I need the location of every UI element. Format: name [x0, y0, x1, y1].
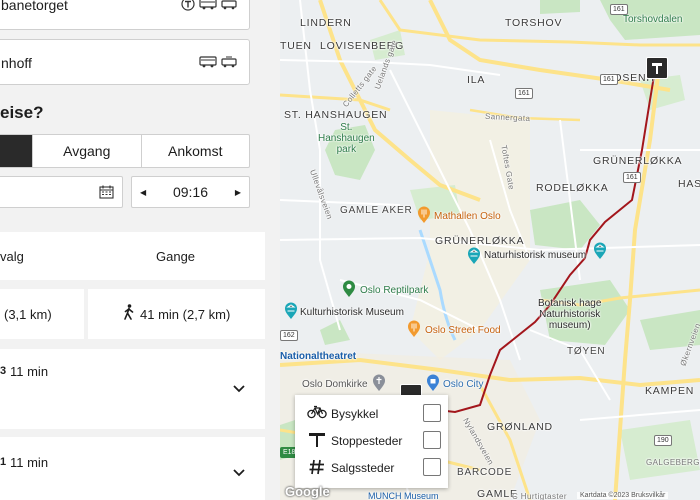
stop-sign-icon	[652, 63, 662, 74]
travel-mode-tabs: valg Gange	[0, 232, 265, 280]
time-mode-now-option[interactable]	[0, 135, 32, 167]
from-stop-field[interactable]: banetorget	[0, 0, 250, 30]
google-logo: Google	[285, 484, 330, 499]
trip-planner-panel: banetorget nhoff eise? Avgang Ankomst ◀ …	[0, 0, 280, 500]
map-label-ila: ILA	[467, 74, 486, 86]
to-stop-text: nhoff	[1, 55, 32, 71]
stop-marker-destination[interactable]	[646, 57, 668, 79]
restaurant-pin-icon[interactable]	[417, 206, 431, 224]
chevron-down-icon[interactable]	[233, 385, 245, 393]
time-mode-selector: Avgang Ankomst	[0, 134, 250, 168]
map-label-st-hanshaugen-park: St. Hanshaugen park	[318, 122, 375, 155]
map-label-tuen: TUEN	[280, 40, 312, 52]
tram-icon	[221, 0, 237, 10]
map-label-kampen: KAMPEN	[645, 385, 695, 397]
to-stop-mode-icons	[199, 56, 237, 68]
legend-checkbox-bysykkel[interactable]	[423, 404, 441, 422]
map-attribution[interactable]: Kartdata ©2023 Bruksvilkår	[577, 492, 669, 499]
route-option[interactable]: 3 11 min	[0, 349, 265, 429]
road-shield: 161	[600, 74, 618, 85]
map-poi-kulturhistorisk[interactable]: Kulturhistorisk Museum	[300, 307, 404, 318]
road-shield: 190	[654, 435, 672, 446]
map-label-nationaltheatret[interactable]: Nationaltheatret	[280, 351, 356, 362]
map-poi-domkirke[interactable]: Oslo Domkirke	[302, 379, 368, 390]
bus-icon	[199, 56, 217, 68]
map-poi-naturhistorisk[interactable]: Naturhistorisk museum	[484, 250, 586, 261]
road-shield: 162	[280, 330, 298, 341]
walking-icon	[124, 304, 134, 320]
museum-pin-icon[interactable]	[467, 247, 481, 265]
from-stop-text: banetorget	[1, 0, 68, 13]
tram-icon	[221, 56, 237, 68]
legend-row-bysykkel[interactable]: Bysykkel	[307, 402, 441, 424]
chevron-down-icon[interactable]	[233, 469, 245, 477]
legend-checkbox-salgssteder[interactable]	[423, 458, 441, 476]
route-mode-mark: 1	[0, 456, 7, 468]
map-label-keyboard-shortcuts[interactable]: C Hurtigtaster	[512, 492, 567, 500]
time-value[interactable]: 09:16	[173, 184, 208, 200]
road-shield: 161	[515, 88, 533, 99]
time-decrement-button[interactable]: ◀	[140, 188, 146, 197]
walking-duration: 41 min (2,7 km)	[140, 307, 231, 322]
bicycle-icon	[307, 405, 327, 419]
date-field[interactable]	[0, 176, 123, 208]
map-label-rodelokka: RODELØKKA	[536, 182, 609, 194]
hash-icon	[309, 459, 324, 475]
tab-walking[interactable]: Gange	[156, 249, 195, 264]
map-label-grunerlokka-ne: GRÜNERLØKKA	[593, 155, 683, 167]
summary-distance: (3,1 km)	[4, 307, 52, 322]
map-label-barcode: BARCODE	[457, 467, 513, 478]
map-poi-botanisk-hage[interactable]: Botanisk hage Naturhistorisk museum)	[538, 298, 601, 331]
map-label-lindern: LINDERN	[300, 17, 352, 29]
bus-icon	[199, 0, 217, 10]
time-increment-button[interactable]: ▶	[235, 188, 241, 197]
restaurant-pin-icon[interactable]	[407, 320, 421, 338]
map-label-gronland: GRØNLAND	[487, 421, 553, 433]
map-poi-mathallen[interactable]: Mathallen Oslo	[434, 211, 501, 222]
time-mode-arrival-option[interactable]: Ankomst	[140, 135, 250, 167]
t-bane-icon	[181, 0, 195, 11]
time-stepper: ◀ 09:16 ▶	[131, 176, 250, 208]
route-mode-mark: 3	[0, 365, 7, 377]
to-stop-field[interactable]: nhoff	[0, 39, 250, 85]
calendar-icon	[99, 185, 114, 199]
map-label-gamle-aker: GAMLE AKER	[340, 205, 413, 216]
park-pin-icon[interactable]	[342, 280, 356, 298]
summary-card-first[interactable]: (3,1 km)	[0, 289, 84, 339]
legend-row-stoppesteder[interactable]: Stoppesteder	[307, 429, 441, 451]
museum-pin-icon[interactable]	[593, 242, 607, 260]
map-label-toyen: TØYEN	[567, 346, 606, 357]
route-option[interactable]: 1 11 min	[0, 437, 265, 500]
map-label-st-hanshaugen: ST. HANSHAUGEN	[284, 109, 388, 121]
church-pin-icon[interactable]	[372, 374, 386, 392]
from-stop-mode-icons	[181, 0, 237, 11]
map-label-grunerlokka: GRÜNERLØKKA	[435, 235, 525, 247]
map-label-has: HAS	[678, 178, 700, 190]
map-layer-legend: Bysykkel Stoppesteder Salgssteder	[295, 395, 448, 488]
time-mode-departure-option[interactable]: Avgang	[32, 135, 141, 167]
legend-label: Stoppesteder	[331, 434, 403, 448]
summary-card-walking[interactable]: 41 min (2,7 km)	[88, 289, 265, 339]
route-duration: 11 min	[10, 455, 49, 470]
map-poi-oslo-city[interactable]: Oslo City	[443, 379, 484, 390]
map-poi-munch[interactable]: MUNCH Museum	[368, 491, 439, 500]
legend-row-salgssteder[interactable]: Salgssteder	[307, 456, 441, 478]
shopping-pin-icon[interactable]	[426, 374, 440, 392]
when-travel-heading: eise?	[0, 103, 44, 122]
legend-checkbox-stoppesteder[interactable]	[423, 431, 441, 449]
legend-label: Salgssteder	[331, 461, 395, 475]
map-label-galgeberg: GALGEBERG	[646, 458, 700, 467]
map-label-torshov: TORSHOV	[505, 17, 563, 29]
museum-pin-icon[interactable]	[284, 302, 298, 320]
map-poi-street-food[interactable]: Oslo Street Food	[425, 325, 501, 336]
legend-label: Bysykkel	[331, 407, 379, 421]
map-label-torshovdalen: Torshovdalen	[623, 14, 683, 25]
stop-sign-icon	[309, 433, 325, 447]
route-duration: 11 min	[10, 364, 49, 379]
road-shield: 161	[610, 4, 628, 15]
map-poi-reptilpark[interactable]: Oslo Reptilpark	[360, 285, 428, 296]
road-shield: 161	[623, 172, 641, 183]
map-view[interactable]: LINDERN TORSHOV Torshovdalen TUEN LOVISE…	[280, 0, 700, 500]
tab-options[interactable]: valg	[0, 249, 24, 264]
